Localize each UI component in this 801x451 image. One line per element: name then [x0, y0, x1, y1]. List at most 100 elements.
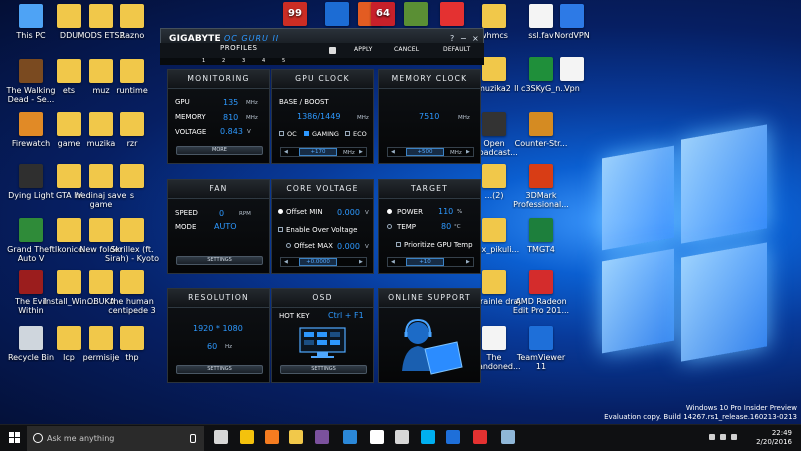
network-icon[interactable] [720, 434, 726, 440]
camera-icon[interactable] [395, 430, 409, 444]
oc-guru-taskbar-icon[interactable] [501, 430, 515, 444]
store-icon[interactable] [370, 430, 384, 444]
desktop-icon[interactable]: the human centipede 3 [103, 270, 161, 315]
profile-tab-1[interactable]: 1 [202, 58, 205, 64]
gpu-unit: MHz [246, 100, 258, 106]
firefox-icon[interactable] [265, 430, 279, 444]
core-voltage-slider[interactable]: ◀ +0.0000 ▶ [280, 257, 367, 267]
desktop-icon-label: Skrillex (ft. Sirah) - Kyoto [105, 245, 159, 263]
memory-clock-decrease-icon[interactable]: ◀ [391, 149, 395, 155]
start-button[interactable] [9, 432, 20, 443]
enable-over-voltage-checkbox[interactable] [278, 227, 283, 232]
profile-tab-4[interactable]: 4 [262, 58, 265, 64]
windows-watermark: Windows 10 Pro Insider Preview Evaluatio… [604, 404, 797, 422]
gpu-clock-increase-icon[interactable]: ▶ [359, 149, 363, 155]
memory-clock-title: MEMORY CLOCK [379, 70, 480, 89]
lock-icon[interactable] [329, 47, 336, 54]
prioritize-gpu-temp-checkbox[interactable] [396, 242, 401, 247]
desktop-icon-image [120, 4, 144, 28]
minimize-button[interactable]: − [460, 34, 467, 43]
gpu-clock-slider-unit: MHz [343, 150, 355, 156]
fan-speed-label: SPEED [175, 209, 198, 217]
desktop-icon[interactable]: TMGT4 [512, 218, 570, 254]
online-support-panel[interactable]: ONLINE SUPPORT [378, 288, 481, 383]
memory-clock-value: 7510 [419, 112, 440, 121]
profile-tab-2[interactable]: 2 [222, 58, 225, 64]
hotkey-label: HOT KEY [279, 312, 310, 320]
desktop-icon[interactable]: s [103, 164, 161, 200]
offset-max-radio[interactable] [286, 243, 291, 248]
target-slider[interactable]: ◀ +10 ▶ [387, 257, 474, 267]
app-taskbar-icon[interactable] [473, 430, 487, 444]
desktop-icon[interactable]: Counter-Str... [512, 112, 570, 148]
desktop-icon[interactable]: runtime [103, 59, 161, 95]
resolution-settings-button[interactable]: SETTINGS [176, 365, 263, 374]
base-boost-label: BASE / BOOST [279, 98, 329, 106]
apply-button[interactable]: APPLY [354, 46, 373, 53]
gpu-clock-panel: GPU CLOCK BASE / BOOST 1386/1449 MHz OC … [271, 69, 374, 164]
core-voltage-decrease-icon[interactable]: ◀ [284, 259, 288, 265]
chrome-icon[interactable] [240, 430, 254, 444]
cortana-search-box[interactable]: Ask me anything [27, 426, 204, 451]
oc-mode-checkbox[interactable] [279, 131, 284, 136]
gpu-clock-decrease-icon[interactable]: ◀ [284, 149, 288, 155]
viber-icon[interactable] [315, 430, 329, 444]
edge-icon[interactable] [343, 430, 357, 444]
desktop-icon[interactable]: NordVPN [543, 4, 601, 40]
desktop-icon[interactable]: Razno [103, 4, 161, 40]
power-target-label: POWER [397, 208, 423, 216]
help-button[interactable]: ? [450, 34, 454, 43]
target-increase-icon[interactable]: ▶ [466, 259, 470, 265]
taskbar: Ask me anything 22:49 2/20/2016 [0, 424, 801, 451]
offset-min-radio[interactable] [278, 209, 283, 214]
target-decrease-icon[interactable]: ◀ [391, 259, 395, 265]
temp-target-radio[interactable] [387, 224, 392, 229]
gpu-clock-slider-value: +170 [299, 148, 337, 156]
system-clock[interactable]: 22:49 2/20/2016 [756, 429, 792, 447]
offset-min-value: 0.000 [337, 208, 360, 217]
eco-mode-checkbox[interactable] [345, 131, 350, 136]
desktop-icon-label: NordVPN [554, 31, 590, 40]
notification-icon[interactable] [709, 434, 715, 440]
app-icon[interactable] [423, 2, 481, 29]
voltage-unit: V [247, 129, 251, 135]
desktop-icon-label: Counter-Str... [514, 139, 568, 148]
cancel-button[interactable]: CANCEL [394, 46, 419, 53]
skype-icon[interactable] [421, 430, 435, 444]
file-explorer-icon[interactable] [289, 430, 303, 444]
profiles-label: PROFILES [220, 44, 258, 52]
fan-settings-button[interactable]: SETTINGS [176, 256, 263, 265]
online-support-title: ONLINE SUPPORT [379, 289, 480, 308]
memory-clock-slider-value: +500 [406, 148, 444, 156]
monitoring-panel: MONITORING GPU 135 MHz MEMORY 810 MHz VO… [167, 69, 270, 164]
desktop-icon-image [529, 112, 553, 136]
app-icon-image [440, 2, 464, 26]
volume-icon[interactable] [731, 434, 737, 440]
desktop-icon[interactable]: Vpn [543, 57, 601, 93]
monitoring-more-button[interactable]: MORE [176, 146, 263, 155]
memory-clock-increase-icon[interactable]: ▶ [466, 149, 470, 155]
teamviewer-taskbar-icon[interactable] [446, 430, 460, 444]
desktop-icon[interactable]: TeamViewer 11 [512, 326, 570, 371]
desktop-icon[interactable]: rzr [103, 112, 161, 148]
osd-settings-button[interactable]: SETTINGS [280, 365, 367, 374]
desktop-icon[interactable]: Skrillex (ft. Sirah) - Kyoto [103, 218, 161, 263]
default-button[interactable]: DEFAULT [443, 46, 470, 53]
gaming-mode-checkbox[interactable] [304, 131, 309, 136]
task-view-icon[interactable] [214, 430, 228, 444]
voltage-value: 0.843 [220, 127, 243, 136]
close-button[interactable]: × [472, 34, 479, 43]
gpu-z-icon-image: 99 [283, 2, 307, 26]
core-voltage-title: CORE VOLTAGE [272, 180, 373, 199]
microphone-icon[interactable] [190, 434, 196, 443]
desktop-icon[interactable]: AMD Radeon Edit Pro 201... [512, 270, 570, 315]
profile-tab-5[interactable]: 5 [282, 58, 285, 64]
target-slider-value: +10 [406, 258, 444, 266]
core-voltage-increase-icon[interactable]: ▶ [359, 259, 363, 265]
gpu-clock-slider[interactable]: ◀ +170 MHz ▶ [280, 147, 367, 157]
profile-tab-3[interactable]: 3 [242, 58, 245, 64]
memory-clock-slider[interactable]: ◀ +500 MHz ▶ [387, 147, 474, 157]
power-target-radio[interactable] [387, 209, 392, 214]
desktop-icon[interactable]: 3DMark Professional... [512, 164, 570, 209]
desktop-icon[interactable]: thp [103, 326, 161, 362]
